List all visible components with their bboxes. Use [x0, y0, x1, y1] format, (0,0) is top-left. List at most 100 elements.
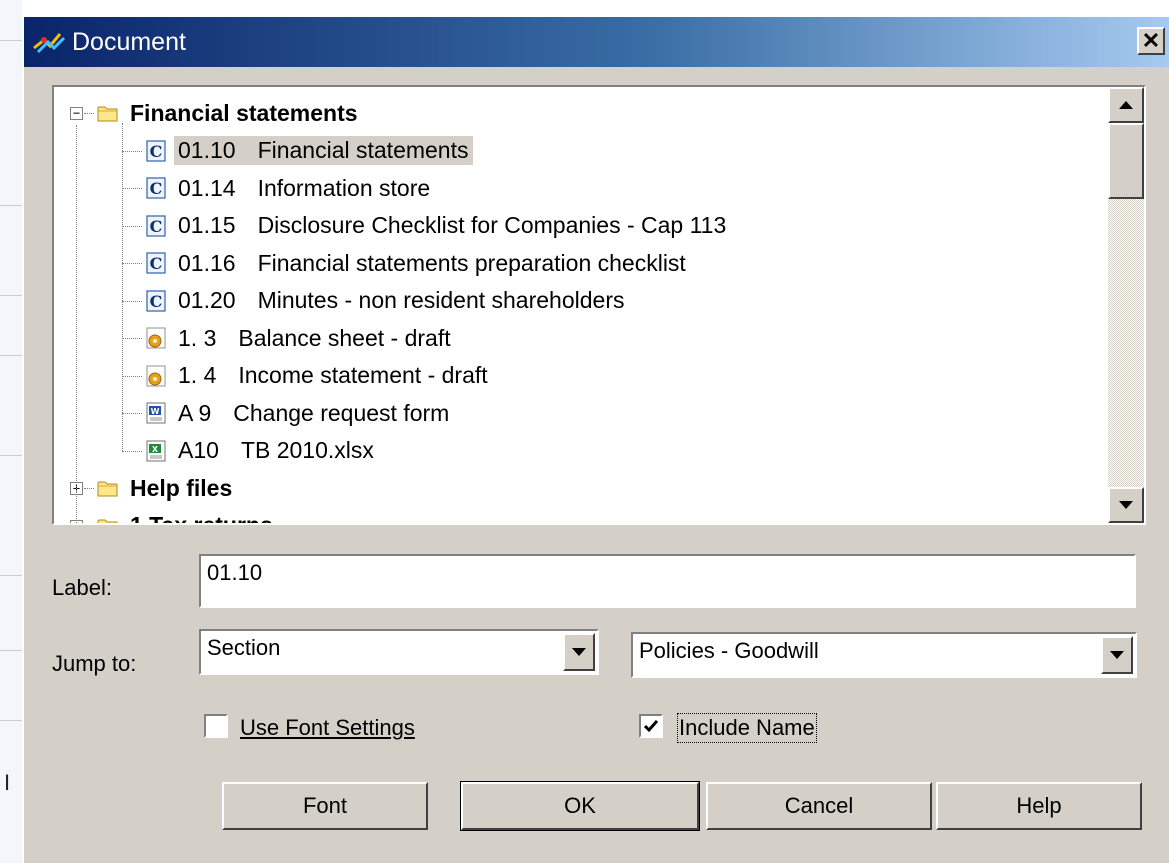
use-font-settings-label[interactable]: Use Font Settings — [240, 715, 415, 741]
label-input[interactable]: 01.10 — [199, 554, 1136, 608]
tree-group[interactable]: Financial statements — [96, 95, 362, 131]
tree-item-code: A10 — [178, 437, 219, 463]
worksheet-icon — [146, 327, 166, 349]
excel-file-icon: X — [146, 440, 166, 461]
use-font-settings-checkbox[interactable] — [204, 714, 228, 738]
font-button[interactable]: Font — [222, 782, 428, 830]
cancel-button[interactable]: Cancel — [706, 782, 932, 830]
chevron-down-icon — [1110, 651, 1124, 659]
tree-item-label: A10 TB 2010.xlsx — [174, 436, 378, 465]
svg-text:C: C — [150, 292, 163, 311]
document-c-icon: C — [146, 289, 166, 312]
tree-item-code: 01.10 — [178, 137, 236, 163]
document-tree[interactable]: − Financial statements C 01.10 Financial sta… — [52, 85, 1146, 525]
svg-text:C: C — [150, 254, 163, 273]
folder-icon — [97, 481, 118, 497]
tree-group-label: 1 Tax returns — [126, 511, 277, 523]
font-button-label: Font — [302, 793, 348, 818]
tree-item-code: 01.16 — [178, 249, 236, 276]
tree-item-label: 01.20 Minutes - non resident shareholders — [174, 286, 628, 315]
folder-icon — [97, 106, 118, 122]
tree-item[interactable]: C 01.15 Disclosure Checklist for Companies… — [144, 208, 730, 244]
svg-text:C: C — [150, 179, 163, 198]
document-c-icon: C — [146, 252, 166, 274]
window-title: Document — [72, 27, 186, 56]
tree-item-name: Financial statements — [257, 137, 469, 163]
scroll-up-button[interactable] — [1108, 87, 1144, 123]
tree-item-label: 01.16 Financial statements preparation ch… — [174, 249, 690, 278]
jump-target-dropdown-button[interactable] — [1101, 636, 1133, 674]
title-bar[interactable]: Document ✕ — [24, 17, 1169, 67]
svg-text:X: X — [152, 445, 159, 454]
chevron-down-icon — [572, 648, 586, 656]
document-dialog: Document ✕ − Financial statements C 01.10 Fi… — [22, 15, 1169, 863]
tree-item-code: A 9 — [178, 399, 212, 426]
tree-group-label: Help files — [130, 474, 233, 501]
tree-item[interactable]: 1. 3 Balance sheet - draft — [144, 320, 455, 356]
tree-item-name: Disclosure Checklist for Companies - Cap… — [257, 212, 727, 238]
arrow-up-icon — [1119, 101, 1133, 109]
jump-target-value: Policies - Goodwill — [639, 638, 819, 663]
tree-item-name: Information store — [257, 174, 431, 201]
tree-group[interactable]: 1 Tax returns — [96, 508, 277, 523]
tree-item[interactable]: C 01.16 Financial statements preparation c… — [144, 245, 690, 281]
tree-item-label: 01.14 Information store — [174, 174, 434, 203]
tree-content: − Financial statements C 01.10 Financial sta… — [54, 87, 1108, 523]
background-cursor-glyph: I — [4, 770, 11, 795]
worksheet-icon — [146, 365, 166, 386]
tree-item[interactable]: C 01.20 Minutes - non resident shareholder… — [144, 283, 628, 319]
tree-item-label: 1. 4 Income statement - draft — [174, 361, 492, 390]
jump-type-value: Section — [207, 635, 281, 660]
ok-button[interactable]: OK — [460, 781, 700, 831]
svg-text:W: W — [151, 407, 160, 416]
tree-item-label: 01.10 Financial statements — [174, 136, 473, 165]
tree-group-label: Financial statements — [130, 99, 358, 126]
scroll-thumb[interactable] — [1108, 123, 1144, 199]
app-logo-icon — [33, 33, 66, 54]
tree-item-name: Minutes - non resident shareholders — [257, 287, 625, 313]
include-name-checkbox[interactable] — [639, 714, 663, 738]
tree-item-code: 01.20 — [178, 287, 236, 313]
tree-group[interactable]: Help files — [96, 470, 236, 506]
tree-item-code: 1. 4 — [178, 362, 217, 388]
tree-item-name: TB 2010.xlsx — [240, 437, 374, 463]
tree-item-label: 1. 3 Balance sheet - draft — [174, 324, 455, 353]
label-caption: Label: — [52, 575, 112, 600]
tree-item[interactable]: C 01.14 Information store — [144, 170, 434, 206]
ok-button-label: OK — [564, 793, 596, 818]
help-button-label: Help — [1016, 793, 1062, 818]
word-file-icon: W — [146, 402, 166, 424]
tree-item-code: 1. 3 — [178, 324, 217, 351]
tree-item-name: Balance sheet - draft — [238, 324, 451, 351]
svg-text:C: C — [150, 217, 163, 236]
jump-type-select[interactable]: Section — [199, 629, 599, 675]
tree-item[interactable]: C 01.10 Financial statements — [144, 133, 473, 169]
document-c-icon: C — [146, 139, 166, 162]
cancel-button-label: Cancel — [784, 793, 854, 818]
tree-item-code: 01.15 — [178, 212, 236, 238]
document-c-icon: C — [146, 214, 166, 237]
close-icon: ✕ — [1141, 28, 1161, 53]
jump-target-select[interactable]: Policies - Goodwill — [631, 632, 1137, 678]
include-name-label[interactable]: Include Name — [677, 713, 817, 743]
collapse-toggle-icon[interactable]: − — [70, 107, 83, 120]
jump-type-dropdown-button[interactable] — [563, 633, 595, 671]
tree-scrollbar[interactable] — [1108, 87, 1144, 523]
tree-item[interactable]: W A 9 Change request form — [144, 395, 453, 431]
tree-item[interactable]: X A10 TB 2010.xlsx — [144, 433, 378, 469]
tree-item-name: Change request form — [233, 399, 450, 426]
close-button[interactable]: ✕ — [1137, 27, 1165, 55]
checkmark-icon — [643, 720, 659, 733]
arrow-down-icon — [1119, 501, 1133, 509]
help-button[interactable]: Help — [936, 782, 1142, 830]
tree-item-name: Financial statements preparation checkli… — [257, 249, 686, 276]
svg-text:C: C — [150, 142, 163, 161]
tree-item[interactable]: 1. 4 Income statement - draft — [144, 358, 492, 394]
tree-item-code: 01.14 — [178, 174, 236, 201]
tree-item-name: Income statement - draft — [238, 362, 488, 388]
document-c-icon: C — [146, 177, 166, 199]
tree-item-label: A 9 Change request form — [174, 399, 453, 428]
background-app-edge: I — [0, 0, 22, 863]
scroll-down-button[interactable] — [1108, 487, 1144, 523]
label-input-value: 01.10 — [207, 560, 263, 585]
